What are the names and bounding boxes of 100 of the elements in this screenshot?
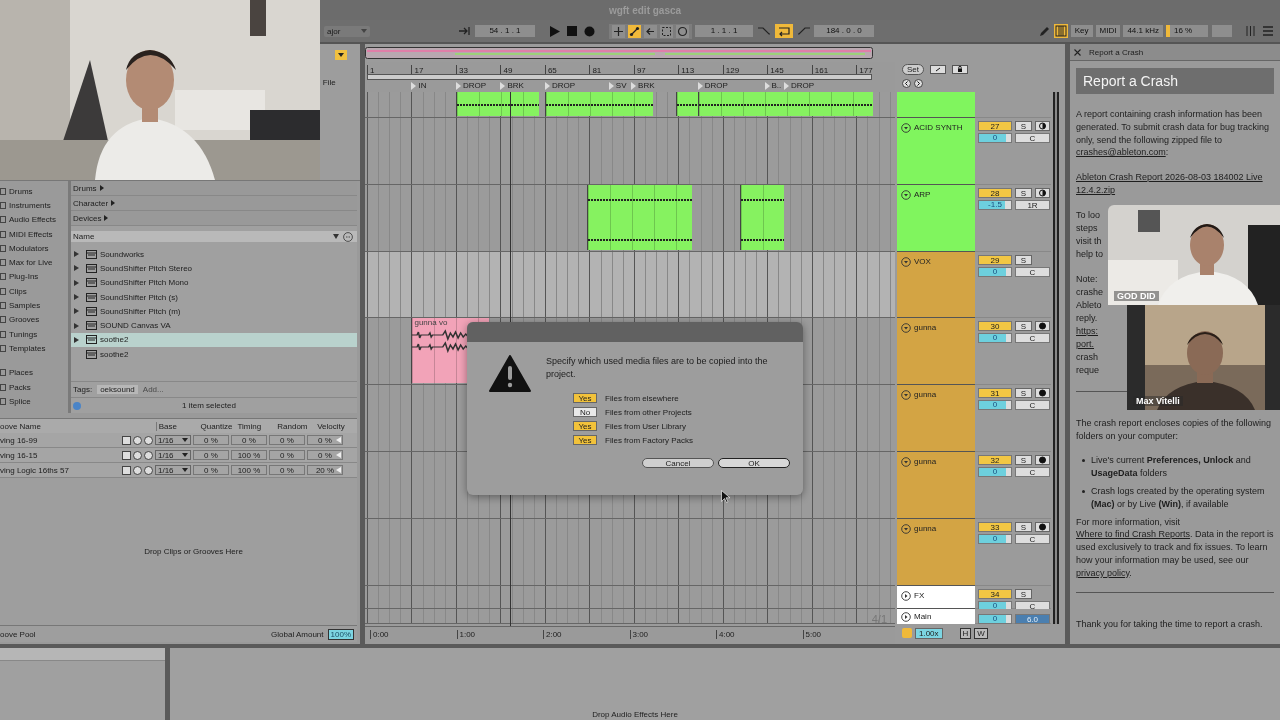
arrow-in-icon[interactable] xyxy=(458,26,472,36)
toggle-button[interactable]: Yes xyxy=(573,435,597,445)
solo-button[interactable]: S xyxy=(1015,121,1032,131)
track-number-button[interactable]: 28 xyxy=(978,188,1012,198)
filter-row[interactable]: Devices xyxy=(71,211,357,226)
volume-slider[interactable]: 0 xyxy=(978,534,1012,544)
file-link[interactable]: Ableton Crash Report 2026-08-03 184002 Live 12.4.2.zip xyxy=(1076,171,1274,197)
browser-category[interactable]: MIDI Effects xyxy=(0,226,68,242)
browser-item[interactable]: soothe2 xyxy=(71,332,357,348)
browser-item[interactable]: SoundShifter Pitch Stereo xyxy=(71,261,357,276)
set-button[interactable]: Set xyxy=(902,64,924,75)
volume-slider[interactable]: 0 xyxy=(978,267,1012,277)
random-field[interactable]: 0 % xyxy=(269,435,305,445)
toggle-button[interactable]: Yes xyxy=(573,393,597,403)
browser-item[interactable]: SoundShifter Pitch (s) xyxy=(71,289,357,305)
track-lane[interactable] xyxy=(365,185,895,252)
solo-button[interactable]: S xyxy=(1015,589,1032,599)
pan-field[interactable]: C xyxy=(1015,534,1050,544)
scale-dropdown[interactable]: ajor xyxy=(324,25,370,37)
groove-name[interactable]: ving Logic 16ths 57 xyxy=(0,465,122,475)
volume-slider[interactable]: 0 xyxy=(978,333,1012,343)
track-header[interactable]: gunna xyxy=(897,385,975,452)
filter-row[interactable]: Character xyxy=(71,196,357,211)
record-arm-icon[interactable] xyxy=(1035,522,1050,532)
track-number-button[interactable]: 27 xyxy=(978,121,1012,131)
clip[interactable] xyxy=(675,92,698,116)
loop-length-field[interactable]: 184 . 0 . 0 xyxy=(814,25,874,37)
monitor-icon[interactable] xyxy=(1035,188,1050,198)
pan-field[interactable]: C xyxy=(1015,133,1050,143)
record-arm-icon[interactable] xyxy=(1035,321,1050,331)
groove-name[interactable]: ving 16-99 xyxy=(0,435,122,445)
add-tag-field[interactable]: Add... xyxy=(142,385,164,394)
browser-item[interactable]: SOUND Canvas VA xyxy=(71,318,357,333)
toggle-button[interactable]: No xyxy=(573,407,597,417)
follow-icon[interactable] xyxy=(628,24,641,38)
pan-field[interactable]: 1R xyxy=(1015,200,1050,210)
lock-icon[interactable] xyxy=(952,65,968,74)
velocity-field[interactable]: 20 % xyxy=(307,465,343,475)
filter-icon[interactable] xyxy=(333,234,339,239)
browser-place[interactable]: Splice xyxy=(0,394,68,409)
track-name[interactable]: gunna xyxy=(914,457,937,466)
browser-category[interactable]: Grooves xyxy=(0,312,68,327)
loop-start-field[interactable]: 1 . 1 . 1 xyxy=(695,25,753,37)
track-lane[interactable] xyxy=(365,609,895,624)
previous-icon[interactable] xyxy=(902,79,911,88)
clip[interactable] xyxy=(739,185,784,250)
track-header[interactable]: ACID SYNTH xyxy=(897,118,975,185)
track-name[interactable]: gunna xyxy=(914,390,937,399)
browser-category[interactable]: Samples xyxy=(0,298,68,313)
track-number-button[interactable]: 30 xyxy=(978,321,1012,331)
pencil-icon[interactable] xyxy=(1038,25,1050,37)
quantize-field[interactable]: 0 % xyxy=(193,435,229,445)
toggle-button[interactable]: Yes xyxy=(573,421,597,431)
global-amount-field[interactable]: 100% xyxy=(327,628,354,640)
track-lane[interactable] xyxy=(365,118,895,185)
browser-item[interactable]: soothe2 xyxy=(71,347,357,362)
panel-tab[interactable]: Report a Crash xyxy=(1089,47,1144,57)
cancel-button[interactable]: Cancel xyxy=(642,458,714,468)
track-number-button[interactable]: 32 xyxy=(978,455,1012,465)
track-name[interactable]: FX xyxy=(914,591,925,600)
track-header[interactable]: gunna xyxy=(897,318,975,385)
track-lane[interactable] xyxy=(365,92,895,118)
timing-field[interactable]: 100 % xyxy=(231,450,267,460)
browser-item[interactable]: SoundShifter Pitch Mono xyxy=(71,275,357,290)
track-name[interactable]: ACID SYNTH xyxy=(914,123,963,132)
track-number-button[interactable]: 29 xyxy=(978,255,1012,265)
track-header[interactable]: ARP xyxy=(897,185,975,252)
solo-button[interactable]: S xyxy=(1015,522,1032,532)
volume-slider[interactable]: 0 xyxy=(978,614,1012,624)
circle-icon[interactable] xyxy=(676,24,689,38)
pan-field[interactable]: C xyxy=(1015,400,1050,410)
monitor-icon[interactable] xyxy=(1035,121,1050,131)
groove-name[interactable]: ving 16-15 xyxy=(0,450,122,460)
velocity-field[interactable]: 0 % xyxy=(307,450,343,460)
track-name[interactable]: gunna xyxy=(914,323,937,332)
track-header[interactable]: VOX xyxy=(897,252,975,318)
link-text[interactable]: port. xyxy=(1076,337,1094,351)
solo-button[interactable]: S xyxy=(1015,455,1032,465)
velocity-field[interactable]: 0 % xyxy=(307,435,343,445)
track-lane[interactable] xyxy=(365,519,895,586)
draw-mode-icon[interactable] xyxy=(930,65,946,74)
record-arm-icon[interactable] xyxy=(1035,388,1050,398)
random-field[interactable]: 0 % xyxy=(269,465,305,475)
track-name[interactable]: gunna xyxy=(914,524,937,533)
clip[interactable] xyxy=(544,92,654,116)
midi-map-button[interactable]: MIDI xyxy=(1095,25,1121,37)
base-dropdown[interactable]: 1/16 xyxy=(155,465,191,475)
next-icon[interactable] xyxy=(914,79,923,88)
volume-slider[interactable]: 0 xyxy=(978,601,1012,609)
volume-slider[interactable]: -1.5 xyxy=(978,200,1012,210)
timing-field[interactable]: 0 % xyxy=(231,435,267,445)
browser-category[interactable]: Audio Effects xyxy=(0,212,68,227)
browser-place[interactable]: Packs xyxy=(0,379,68,395)
loop-icon[interactable] xyxy=(775,24,793,38)
play-circle-icon[interactable] xyxy=(901,612,911,622)
record-icon[interactable] xyxy=(584,25,595,37)
play-icon[interactable] xyxy=(549,25,560,37)
fade-out-icon[interactable] xyxy=(757,26,771,36)
more-icon[interactable] xyxy=(343,231,353,242)
pan-field[interactable]: C xyxy=(1015,333,1050,343)
